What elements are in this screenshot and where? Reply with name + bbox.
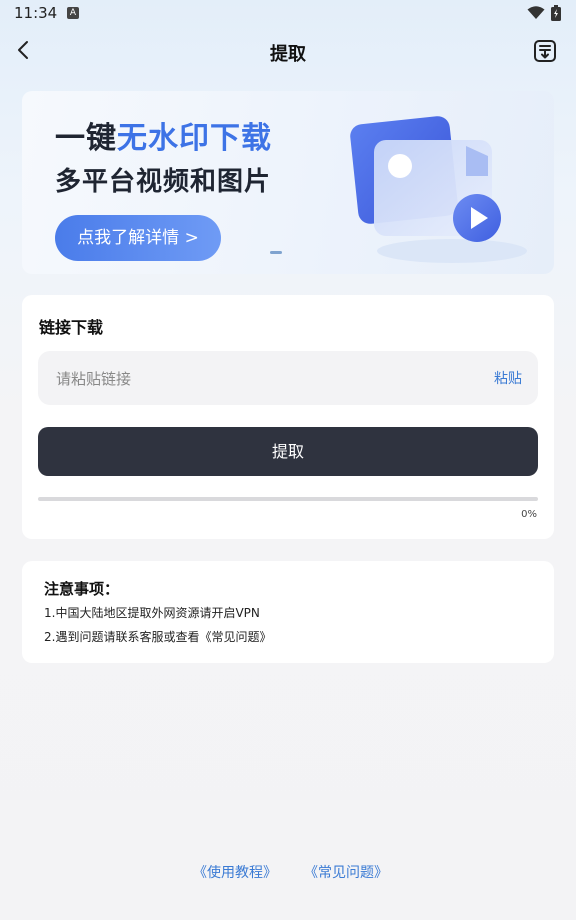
notification-icon: A [67, 7, 79, 19]
battery-icon [551, 5, 561, 21]
note-item: 1.中国大陆地区提取外网资源请开启VPN [44, 606, 260, 620]
nav-bar: 提取 [0, 30, 576, 74]
progress-text: 0% [521, 509, 537, 520]
link-download-card: 链接下载 粘贴 提取 0% [22, 295, 554, 539]
status-bar: 11:34 A [0, 0, 576, 28]
learn-more-button[interactable]: 点我了解详情 > [55, 215, 221, 261]
banner-headline-prefix: 一键 [55, 121, 117, 156]
faq-link[interactable]: 《常见问题》 [304, 862, 388, 882]
link-download-title: 链接下载 [39, 318, 104, 337]
link-input[interactable] [54, 351, 468, 407]
paste-button[interactable]: 粘贴 [494, 368, 522, 388]
promo-banner[interactable]: 一键无水印下载 多平台视频和图片 点我了解详情 > [22, 91, 554, 274]
carousel-indicator [270, 251, 282, 254]
notes-card: 注意事项： 1.中国大陆地区提取外网资源请开启VPN 2.遇到问题请联系客服或查… [22, 561, 554, 663]
note-item: 2.遇到问题请联系客服或查看《常见问题》 [44, 630, 272, 644]
notes-title: 注意事项： [44, 580, 120, 598]
extract-button[interactable]: 提取 [38, 427, 538, 476]
page-title: 提取 [270, 44, 306, 65]
banner-subheadline: 多平台视频和图片 [55, 167, 272, 197]
link-input-container: 粘贴 [38, 351, 538, 407]
wifi-icon [527, 6, 545, 19]
progress-bar [38, 497, 538, 501]
download-list-icon[interactable] [532, 38, 558, 64]
banner-headline-accent: 无水印下载 [117, 121, 272, 156]
tutorial-link[interactable]: 《使用教程》 [193, 862, 277, 882]
status-time: 11:34 [14, 4, 58, 22]
banner-headline: 一键无水印下载 [55, 113, 272, 157]
media-illustration-icon [350, 116, 527, 263]
